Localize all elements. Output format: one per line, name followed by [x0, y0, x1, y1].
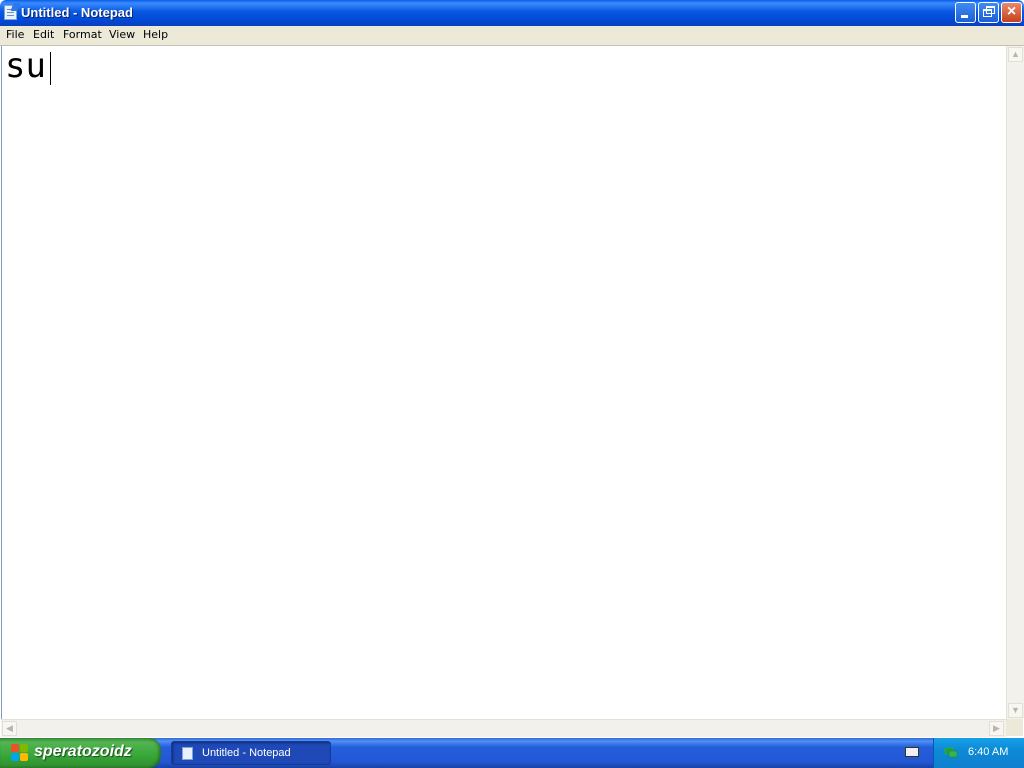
notepad-icon[interactable]	[4, 5, 17, 20]
menu-file[interactable]: File	[6, 28, 24, 41]
menu-format[interactable]: Format	[63, 28, 102, 41]
taskbar-notepad-button[interactable]: Untitled - Notepad	[171, 741, 331, 765]
menu-edit[interactable]: Edit	[33, 28, 54, 41]
menu-view[interactable]: View	[109, 28, 135, 41]
scroll-right-button[interactable]: ▶	[989, 721, 1004, 736]
menu-bar: File Edit Format View Help	[0, 26, 1024, 46]
restore-icon	[983, 6, 995, 17]
menu-help[interactable]: Help	[143, 28, 168, 41]
text-caret	[50, 52, 51, 85]
start-label: speratozoidz	[34, 743, 132, 760]
window-title: Untitled - Notepad	[21, 5, 133, 20]
keyboard-icon[interactable]	[905, 747, 919, 757]
text-editor[interactable]: su	[1, 46, 1006, 719]
title-bar[interactable]: Untitled - Notepad ×	[0, 0, 1024, 26]
horizontal-scrollbar[interactable]: ◀ ▶	[1, 719, 1006, 737]
scrollbar-corner	[1006, 719, 1023, 736]
minimize-button[interactable]	[955, 2, 976, 23]
network-icon[interactable]	[944, 746, 958, 759]
start-button[interactable]: speratozoidz	[0, 738, 161, 768]
restore-button[interactable]	[978, 2, 999, 23]
taskbar-button-label: Untitled - Notepad	[202, 747, 291, 759]
windows-logo-icon	[11, 744, 29, 762]
clock[interactable]: 6:40 AM	[968, 746, 1008, 758]
scroll-up-button[interactable]: ▲	[1008, 47, 1023, 62]
editor-content: su	[5, 46, 46, 86]
close-icon: ×	[1006, 3, 1017, 20]
scroll-down-button[interactable]: ▼	[1008, 703, 1023, 718]
taskbar: speratozoidz Untitled - Notepad 6:40 AM	[0, 738, 1024, 768]
notepad-icon	[182, 747, 193, 760]
minimize-icon	[961, 15, 968, 18]
system-tray: 6:40 AM	[933, 738, 1024, 768]
close-button[interactable]: ×	[1001, 2, 1022, 23]
vertical-scrollbar[interactable]: ▲ ▼	[1006, 46, 1024, 719]
scroll-left-button[interactable]: ◀	[2, 721, 17, 736]
